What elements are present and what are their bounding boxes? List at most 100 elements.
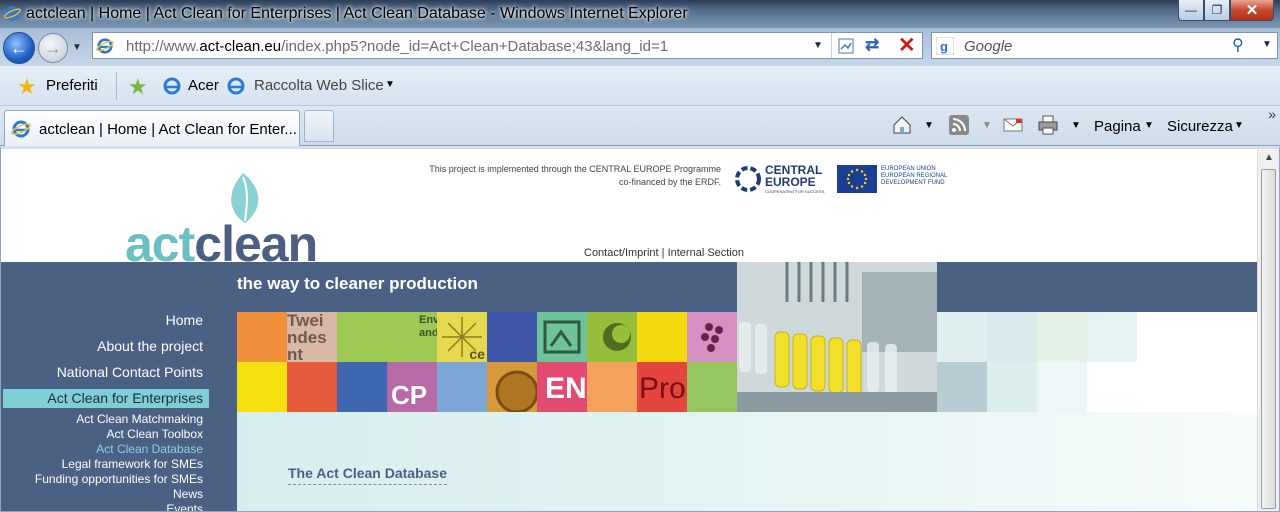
address-bar[interactable]: http://www.act-clean.eu/index.php5?node_…	[92, 32, 923, 59]
mail-icon[interactable]	[1002, 114, 1024, 136]
submenu-events[interactable]: Events	[166, 502, 203, 511]
main-content: The Act Clean Database	[237, 412, 1257, 511]
navigation-bar: ← → ▼ http://www.act-clean.eu/index.php5…	[0, 28, 1280, 66]
mosaic-tile: ce	[437, 312, 487, 362]
menu-item-home[interactable]: Home	[166, 312, 203, 328]
vertical-scrollbar[interactable]: ▲	[1257, 149, 1279, 511]
print-icon[interactable]	[1037, 114, 1059, 136]
mosaic-tile	[1037, 362, 1087, 412]
web-slice-gallery-link[interactable]: Raccolta Web Slice	[254, 77, 384, 94]
favorites-star-icon[interactable]: ★	[17, 74, 37, 100]
recent-pages-dropdown-icon[interactable]: ▼	[72, 42, 82, 53]
compatibility-view-icon[interactable]	[837, 37, 855, 55]
top-links: Contact/Imprint | Internal Section	[584, 247, 744, 259]
site-header: actclean This project is implemented thr…	[1, 149, 1257, 272]
eu-erdf-logo[interactable]: EUROPEAN UNION EUROPEAN REGIONAL DEVELOP…	[837, 165, 947, 193]
website: actclean This project is implemented thr…	[1, 149, 1257, 511]
forward-button[interactable]: →	[38, 33, 68, 63]
page-ie-icon	[96, 38, 114, 54]
minimize-button[interactable]: —	[1178, 0, 1204, 21]
acer-link[interactable]: Acer	[188, 77, 219, 94]
contact-imprint-link[interactable]: Contact/Imprint	[584, 247, 659, 259]
submenu-news[interactable]: News	[173, 487, 203, 501]
safety-menu-dropdown-icon[interactable]: ▼	[1234, 120, 1244, 131]
link-separator: |	[661, 247, 665, 259]
page-menu-dropdown-icon[interactable]: ▼	[1144, 120, 1154, 131]
mosaic-tile	[987, 362, 1037, 412]
sidebar-nav: Home About the project National Contact …	[1, 312, 237, 511]
central-europe-emblem-icon	[735, 166, 761, 192]
mosaic-tile: CP	[387, 362, 437, 412]
submenu-matchmaking[interactable]: Act Clean Matchmaking	[76, 412, 203, 426]
tab-actclean[interactable]: actclean | Home | Act Clean for Enter...	[4, 110, 300, 146]
ie-logo-icon	[4, 6, 21, 21]
mosaic-tile	[237, 312, 287, 362]
site-tagline: the way to cleaner production	[237, 274, 478, 293]
feeds-dropdown-icon[interactable]: ▼	[982, 120, 992, 131]
header-band: the way to cleaner production	[1, 262, 1257, 312]
search-box[interactable]: g Google ⚲ ▼	[931, 32, 1278, 59]
mosaic-tile	[937, 362, 987, 412]
restore-button[interactable]: ❐	[1204, 0, 1230, 21]
safety-menu[interactable]: Sicurezza	[1167, 118, 1233, 135]
mosaic-tile	[687, 362, 737, 412]
add-to-favorites-icon[interactable]: ★	[128, 74, 148, 100]
home-dropdown-icon[interactable]: ▼	[924, 120, 934, 131]
address-divider	[831, 33, 832, 58]
menu-item-act-clean-for-enterprises[interactable]: Act Clean for Enterprises	[47, 390, 203, 406]
tab-label: actclean | Home | Act Clean for Enter...	[39, 121, 297, 138]
menu-item-about[interactable]: About the project	[97, 338, 203, 354]
bottling-line-photo	[737, 262, 937, 412]
favorites-divider	[116, 72, 117, 100]
search-icon[interactable]: ⚲	[1232, 35, 1244, 55]
favorites-bar: ★ Preferiti ★ Acer Raccolta Web Slice ▼	[0, 66, 1280, 106]
mosaic-tile	[987, 312, 1037, 362]
submenu-funding[interactable]: Funding opportunities for SMEs	[35, 472, 203, 486]
search-options-dropdown-icon[interactable]: ▼	[1262, 39, 1272, 50]
internal-section-link[interactable]: Internal Section	[668, 247, 744, 259]
mosaic-tile	[287, 362, 337, 412]
mosaic-tile: EN	[537, 362, 587, 412]
new-tab-button[interactable]	[304, 110, 334, 142]
acer-ie-icon	[163, 77, 181, 95]
url-text[interactable]: http://www.act-clean.eu/index.php5?node_…	[126, 38, 668, 55]
submenu-toolbox[interactable]: Act Clean Toolbox	[106, 427, 203, 441]
url-dropdown-icon[interactable]: ▼	[813, 40, 823, 51]
scroll-up-arrow-icon[interactable]: ▲	[1261, 152, 1277, 168]
favorites-button[interactable]: Preferiti	[46, 77, 98, 94]
mosaic-tile	[1087, 312, 1137, 362]
mosaic-tile	[637, 312, 687, 362]
submenu-database[interactable]: Act Clean Database	[96, 442, 203, 456]
refresh-icon[interactable]: ⇄	[865, 35, 879, 55]
central-europe-logo[interactable]: CENTRAL EUROPE COOPERATING FOR SUCCESS.	[733, 163, 825, 195]
mosaic-tile	[587, 312, 637, 362]
eu-flag-icon	[837, 165, 877, 193]
title-bar: actclean | Home | Act Clean for Enterpri…	[0, 0, 1280, 28]
mosaic-tile	[937, 312, 987, 362]
search-placeholder[interactable]: Google	[964, 38, 1012, 55]
mosaic-tile	[487, 362, 537, 412]
mosaic-tile	[1037, 312, 1087, 362]
web-slice-dropdown-icon[interactable]: ▼	[385, 79, 395, 90]
page-menu[interactable]: Pagina	[1094, 118, 1141, 135]
tab-ie-icon	[11, 120, 31, 138]
mosaic-tile	[487, 312, 537, 362]
submenu-legal-framework[interactable]: Legal framework for SMEs	[62, 457, 203, 471]
print-dropdown-icon[interactable]: ▼	[1071, 120, 1081, 131]
home-icon[interactable]	[891, 114, 913, 136]
header-mosaic: Tweindesnt Envand ce	[237, 312, 737, 412]
scroll-thumb[interactable]	[1261, 169, 1276, 509]
web-slice-ie-icon	[227, 77, 245, 95]
svg-text:g: g	[940, 39, 948, 54]
close-button[interactable]: ✕	[1230, 0, 1274, 21]
menu-item-national-contact-points[interactable]: National Contact Points	[57, 364, 203, 380]
feeds-icon[interactable]	[948, 114, 970, 136]
mosaic-tile	[587, 362, 637, 412]
mosaic-tile	[537, 312, 587, 362]
more-commands-chevron-icon[interactable]: »	[1268, 106, 1276, 122]
mosaic-tile: Pro	[637, 362, 687, 412]
stop-icon[interactable]: ✕	[898, 33, 916, 58]
mosaic-tile: Twei ndes nt	[287, 312, 337, 362]
back-button[interactable]: ←	[3, 32, 35, 64]
programme-notice: This project is implemented through the …	[429, 164, 721, 187]
